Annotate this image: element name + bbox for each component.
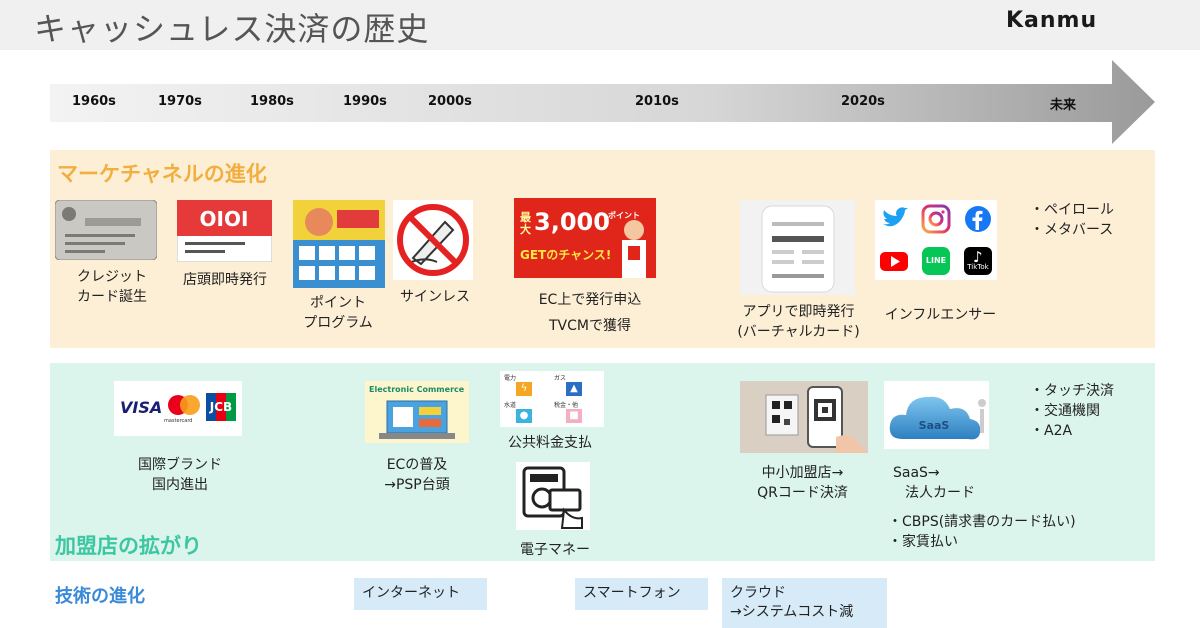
marketing-item-app-issue: アプリで即時発行 (バーチャルカード) [737,304,860,340]
decade-2020s: 2020s [841,94,885,109]
banner-tagline: GETのチャンス! [520,248,612,262]
decade-1970s: 1970s [158,94,202,109]
tech-box-cloud: クラウド →システムコスト減 [722,578,887,628]
merchant-item-intl-brands: 国際ブランド 国内進出 [138,457,222,493]
marketing-item-ec-signup: EC上で発行申込 TVCMで獲得 [538,292,642,334]
merchant-item-utilities: 公共料金支払 [508,435,592,451]
marketing-item-instant-issue: 店頭即時発行 [183,272,267,288]
ec-banner-text: Electronic Commerce [369,385,465,394]
banner-amount: 3,000 [534,208,610,236]
tax-icon: 税金・他 ■ [554,400,600,425]
electricity-icon: 電力 ϟ [504,373,550,398]
decade-2010s: 2010s [635,94,679,109]
merchant-item-e-money: 電子マネー [520,542,590,558]
jcb-logo: JCB [206,393,236,421]
ec-campaign-banner-image: 最大 3,000 ポイント GETのチャンス! [514,198,656,278]
ec-illustration-image: Electronic Commerce [365,381,469,443]
merchant-item-ec-psp: ECの普及 →PSP台頭 [384,457,450,493]
marketing-title: マーケチャネルの進化 [57,162,267,186]
app-phone-image [740,200,855,295]
decade-1990s: 1990s [343,94,387,109]
shop-logo-text: OIOI [200,207,249,231]
instagram-icon [921,204,951,234]
line-icon: LINE [922,247,950,275]
e-money-icon [516,462,590,530]
saas-cloud-image: SaaS [884,381,989,449]
card-brands-image: VISA mastercard JCB [114,381,242,436]
marketing-item-influencer: インフルエンサー [884,307,997,323]
timeline-arrow [50,60,1155,144]
marketing-item-signless: サインレス [400,289,470,305]
tech-box-internet: インターネット [354,578,487,610]
tech-box-smartphone: スマートフォン [575,578,708,610]
water-icon: 水道 ● [504,400,550,425]
gas-icon: ガス ▲ [554,373,600,398]
tiktok-icon: ♪ TikTok [964,247,992,275]
tech-title: 技術の進化 [55,586,145,607]
merchant-item-qr: 中小加盟店→ QRコード決済 [757,465,848,501]
utility-icons-image: 電力 ϟ ガス ▲ 水道 ● 税金・他 ■ [500,371,604,427]
brand-logo: Kanmu [1006,8,1098,33]
decade-1980s: 1980s [250,94,294,109]
merchant-extra-list: ・CBPS(請求書のカード払い) ・家賃払い [888,514,1076,550]
marketing-item-credit-card: クレジット カード誕生 [77,269,147,305]
store-card-image: OIOI [177,200,272,262]
visa-logo: VISA [120,398,163,417]
merchant-future-list: ・タッチ決済 ・交通機関 ・A2A [1030,383,1114,439]
decade-future: 未来 [1050,98,1077,113]
sns-icons-panel: LINE ♪ TikTok [875,200,997,280]
marketing-item-point-program: ポイント プログラム [303,295,373,331]
merchant-title: 加盟店の拡がり [55,534,202,558]
banner-prefix: 最大 [520,211,531,236]
page-title: キャッシュレス決済の歴史 [34,10,430,48]
saas-cloud-text: SaaS [919,419,950,432]
facebook-icon [965,206,991,232]
point-program-poster-image [293,200,385,288]
decade-2000s: 2000s [428,94,472,109]
twitter-icon [883,207,908,227]
credit-card-image [55,200,157,260]
decade-1960s: 1960s [72,94,116,109]
merchant-item-saas: SaaS→ 法人カード [893,465,975,501]
youtube-icon [880,252,908,271]
no-signature-icon [393,200,473,280]
mastercard-logo [168,395,200,415]
qr-payment-image [740,381,868,453]
marketing-future-list: ・ペイロール ・メタバース [1030,202,1114,238]
